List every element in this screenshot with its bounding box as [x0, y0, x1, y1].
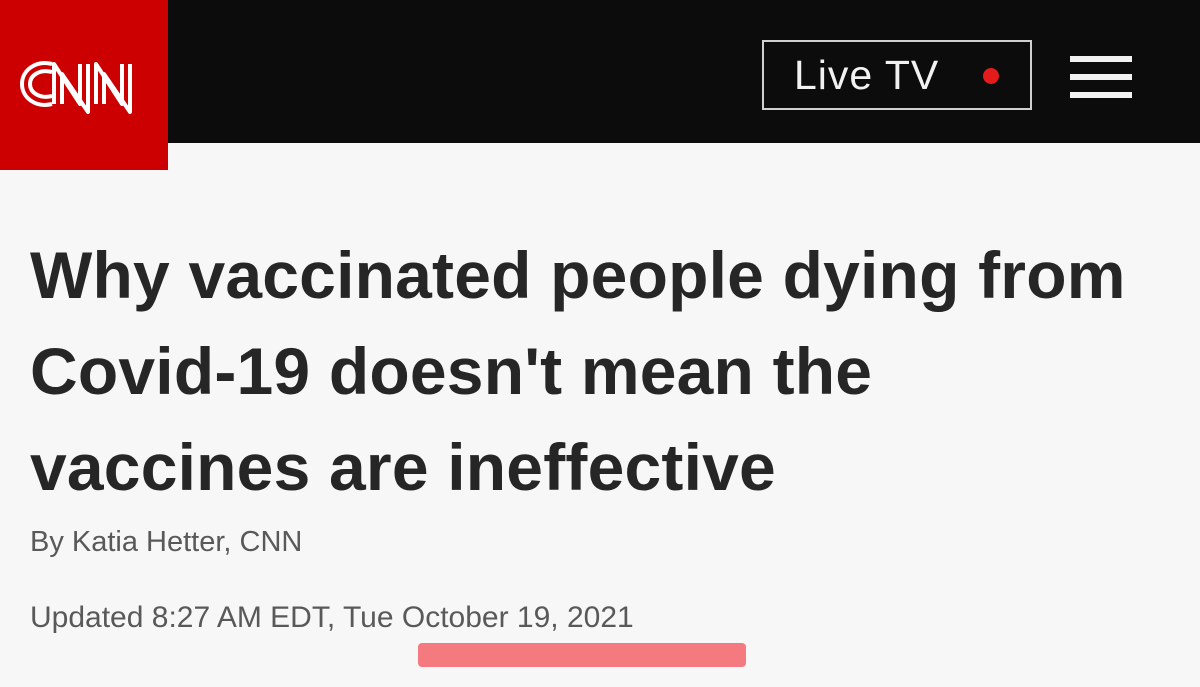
top-navigation-bar: Live TV [0, 0, 1200, 170]
article-headline: Why vaccinated people dying from Covid-1… [30, 238, 1126, 504]
page: Live TV Why vaccinated people dying from… [0, 0, 1200, 687]
menu-line [1070, 92, 1132, 98]
hamburger-menu-icon[interactable] [1070, 56, 1132, 100]
article-byline: By Katia Hetter, CNN [30, 526, 302, 559]
menu-line [1070, 74, 1132, 80]
menu-line [1070, 56, 1132, 62]
article-updated-timestamp: Updated 8:27 AM EDT, Tue October 19, 202… [30, 601, 634, 634]
live-tv-label: Live TV [794, 52, 940, 98]
byline-text: By Katia Hetter, CNN [30, 526, 303, 558]
cnn-logo-link[interactable] [0, 0, 168, 170]
date-highlight-annotation [418, 643, 746, 667]
live-indicator-dot-icon [983, 68, 999, 84]
cnn-logo [19, 61, 132, 114]
